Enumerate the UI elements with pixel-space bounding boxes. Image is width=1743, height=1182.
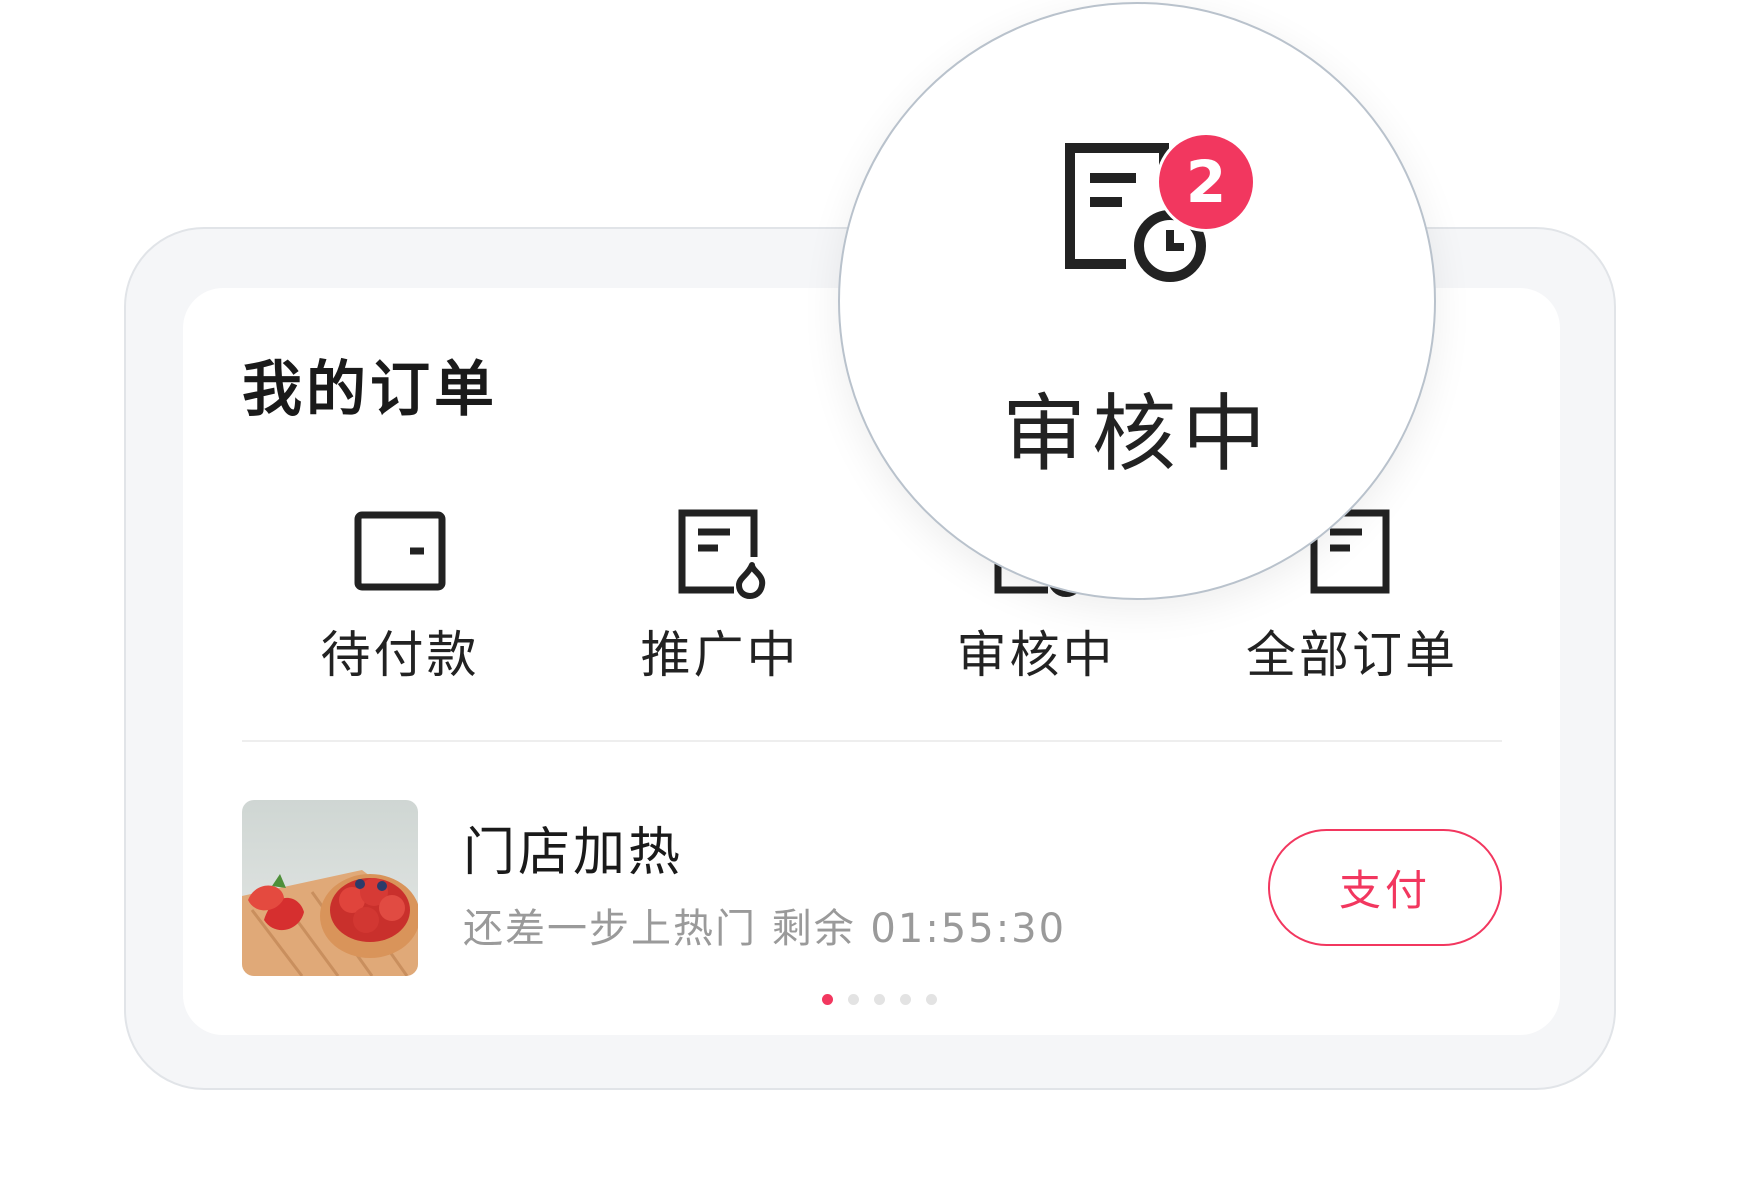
orders-title: 我的订单 — [242, 355, 498, 425]
menu-item-label: 全部订单 — [1246, 626, 1458, 684]
pay-button[interactable]: 支付 — [1268, 829, 1502, 946]
order-title: 门店加热 — [463, 823, 684, 883]
magnifier-label: 审核中 — [1001, 385, 1272, 483]
menu-item-label: 审核中 — [956, 626, 1116, 684]
order-thumbnail[interactable] — [242, 800, 418, 976]
divider — [242, 740, 1502, 742]
notification-badge: 2 — [1159, 135, 1253, 229]
magnifier-callout: 2 审核中 — [838, 2, 1436, 600]
pagination-dot[interactable] — [900, 994, 911, 1005]
menu-item-promoting[interactable]: 推广中 — [600, 505, 840, 695]
pagination-dot[interactable] — [926, 994, 937, 1005]
pagination-dot[interactable] — [848, 994, 859, 1005]
pagination-dots — [822, 994, 937, 1006]
order-countdown: 还差一步上热门 剩余 01:55:30 — [463, 906, 1067, 952]
strawberry-tart-image — [242, 800, 418, 976]
menu-item-label: 待付款 — [320, 626, 480, 684]
pagination-dot-active[interactable] — [822, 994, 833, 1005]
wallet-icon — [354, 511, 446, 591]
pagination-dot[interactable] — [874, 994, 885, 1005]
menu-item-label: 推广中 — [640, 626, 800, 684]
menu-item-pending-payment[interactable]: 待付款 — [280, 505, 520, 695]
document-fire-icon — [678, 509, 766, 599]
